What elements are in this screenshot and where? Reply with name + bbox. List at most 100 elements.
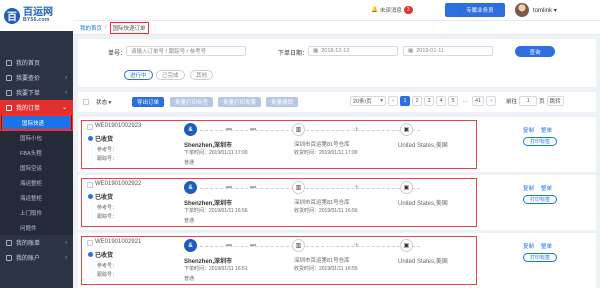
order-time: 下单时间：2019/01/11 17:00 (184, 150, 248, 156)
sidebar-sub-express[interactable]: 国际快递 (2, 115, 71, 130)
select-all-checkbox[interactable] (83, 99, 89, 105)
copy-link[interactable]: 复制 (523, 126, 534, 134)
sidebar-sub-parcel[interactable]: 国际小包 (0, 130, 73, 145)
chevron-right-icon: › (490, 98, 493, 104)
tab-completed[interactable]: 已完成 (156, 70, 185, 80)
username[interactable]: tomlink ▾ (533, 7, 557, 14)
batch-print-invoice-button[interactable]: 批量打印发票 (218, 97, 262, 107)
print-label-button[interactable]: 打印标签 (523, 137, 557, 146)
sidebar-item-price[interactable]: 我要查价 › (0, 70, 73, 85)
order-status: 已收货 (88, 134, 113, 143)
page-button[interactable]: 4 (436, 96, 446, 106)
breadcrumb-home[interactable]: 我的首页 (80, 24, 102, 32)
chevron-left-icon: ‹ (392, 98, 394, 104)
detail-link[interactable]: 整单 (541, 126, 552, 134)
prev-page-button[interactable]: ‹ (388, 96, 398, 106)
origin-city: Shenzhen,深圳市 (184, 259, 233, 265)
sidebar-sub-sea-1[interactable]: 海运整柜 (0, 175, 73, 190)
order-checkbox[interactable] (87, 124, 93, 130)
sidebar-item-account[interactable]: 我的账户 › (0, 250, 73, 265)
warehouse-name: 深圳市百运第81号仓库 (294, 258, 350, 264)
search-button[interactable]: 查询 (515, 46, 555, 57)
avatar[interactable] (515, 3, 529, 17)
date-to-input[interactable]: ▦ 2019-01-11 (403, 46, 493, 56)
order-number[interactable]: WE01901002921 (95, 239, 141, 245)
page-button[interactable]: 5 (448, 96, 458, 106)
batch-cancel-button[interactable]: 批量撤销 (266, 97, 299, 107)
sidebar-item-bills[interactable]: 我的账单 › (0, 235, 73, 250)
logo[interactable]: 百 百运网 BY56.com (0, 0, 73, 31)
page-button[interactable]: 1 (400, 96, 410, 106)
sidebar-sub-problem[interactable]: 问题件 (0, 220, 73, 235)
page-button[interactable]: 41 (472, 96, 485, 106)
detail-link[interactable]: 整单 (541, 184, 552, 192)
detail-link[interactable]: 整单 (541, 242, 552, 250)
route-line (200, 188, 420, 189)
logo-mark-icon: 百 (4, 7, 20, 24)
order-route: & ▬ ▬ ▥ ✈ ▣ Shenzhen,深圳市 下单时间：2019/01/11… (184, 120, 477, 169)
order-route: & ▬ ▬ ▥ ✈ ▣ Shenzhen,深圳市 下单时间：2019/01/11… (184, 236, 477, 285)
filter-panel: 单号： 请输入订单号 / 跟踪号 / 参考号 下单日期： ▦ 2018-12-12… (78, 39, 596, 87)
batch-print-label-button[interactable]: 批量打印标签 (170, 97, 214, 107)
order-checkbox[interactable] (87, 240, 93, 246)
sidebar-sub-air[interactable]: 国际空运 (0, 160, 73, 175)
copy-link[interactable]: 复制 (523, 184, 534, 192)
order-status-text: 已收货 (95, 195, 114, 201)
page-size-select[interactable]: 20条/页 ▾ (350, 96, 386, 106)
chevron-down-icon: ▾ (380, 98, 383, 104)
truck-icon: ▬ (226, 242, 232, 248)
sidebar-item-label: 我要下单 (16, 91, 41, 97)
print-label-button[interactable]: 打印标签 (523, 253, 557, 262)
sidebar-sub-pickup[interactable]: 上门取件 (0, 205, 73, 220)
goto-input[interactable]: 1 (519, 96, 538, 106)
truck-icon: ▬ (226, 126, 232, 132)
order-number[interactable]: WE01901002922 (95, 181, 141, 187)
receive-time: 收货时间：2019/01/11 16:56 (294, 208, 358, 214)
channel-type: 普通 (184, 218, 195, 224)
page-unit: 页 (539, 99, 545, 105)
price-icon (6, 74, 12, 81)
tab-in-progress[interactable]: 进行中 (124, 70, 153, 80)
order-no-input[interactable]: 请输入订单号 / 跟踪号 / 参考号 (126, 46, 246, 56)
user-icon: 👤 (456, 7, 464, 13)
order-status: 已收货 (88, 250, 113, 259)
breadcrumb-current: 国际快递订单 (109, 21, 149, 34)
pagination: 20条/页 ▾ ‹ 1 2 3 4 5 ... 41 › 前往 1 页 跳转 (350, 96, 564, 106)
service-button[interactable]: 👤 专属业务员 (445, 3, 505, 17)
date-from-input[interactable]: ▦ 2018-12-12 (308, 46, 398, 56)
sidebar-item-my-orders[interactable]: 我的订单 ⌄ (0, 100, 73, 115)
order-number[interactable]: WE01901002923 (95, 123, 141, 129)
username-text: tomlink (533, 8, 553, 14)
sidebar-item-home[interactable]: 我的首页 (0, 55, 73, 70)
order-ref: 参考号： (97, 205, 118, 211)
breadcrumb: 我的首页 / 国际快递订单 (73, 21, 600, 35)
next-page-button[interactable]: › (486, 96, 497, 106)
jump-button[interactable]: 跳转 (546, 96, 564, 106)
sidebar-sub-sea-2[interactable]: 海运整柜 (0, 190, 73, 205)
origin-city: Shenzhen,深圳市 (184, 201, 233, 207)
sidebar-sub-fba[interactable]: FBA头程 (0, 145, 73, 160)
messages-link[interactable]: 🔔 未读消息 3 (371, 6, 413, 14)
print-label-button[interactable]: 打印标签 (523, 195, 557, 204)
channel-type: 普通 (184, 160, 195, 166)
page-button[interactable]: 3 (424, 96, 434, 106)
home-icon (6, 59, 12, 66)
status-filter[interactable]: 状态 ▾ (96, 98, 111, 106)
carrier-logo-icon: & (184, 123, 197, 136)
page-button[interactable]: 2 (412, 96, 422, 106)
receive-time: 收货时间：2019/01/11 16:55 (294, 266, 358, 272)
bill-icon (6, 239, 12, 246)
copy-link[interactable]: 复制 (523, 242, 534, 250)
sidebar-item-place-order[interactable]: 我要下单 › (0, 85, 73, 100)
tab-other[interactable]: 其他 (190, 70, 214, 80)
destination-icon: ▣ (400, 181, 413, 194)
sidebar-item-label: 我的首页 (16, 61, 41, 67)
route-line (200, 246, 420, 247)
status-dot-icon (88, 194, 93, 199)
sidebar-item-label: 我的订单 (16, 106, 41, 112)
order-time: 下单时间：2019/01/11 16:51 (184, 266, 248, 272)
export-button[interactable]: 导出订单 (132, 97, 165, 107)
order-checkbox[interactable] (87, 182, 93, 188)
logo-sub: BY56.com (23, 17, 50, 23)
origin-city: Shenzhen,深圳市 (184, 143, 233, 149)
